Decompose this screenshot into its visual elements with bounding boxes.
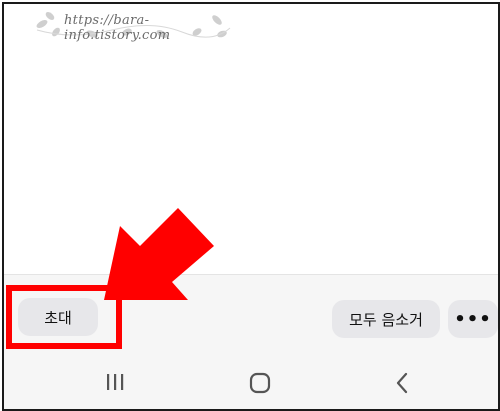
pointer-arrow-icon bbox=[104, 208, 214, 300]
